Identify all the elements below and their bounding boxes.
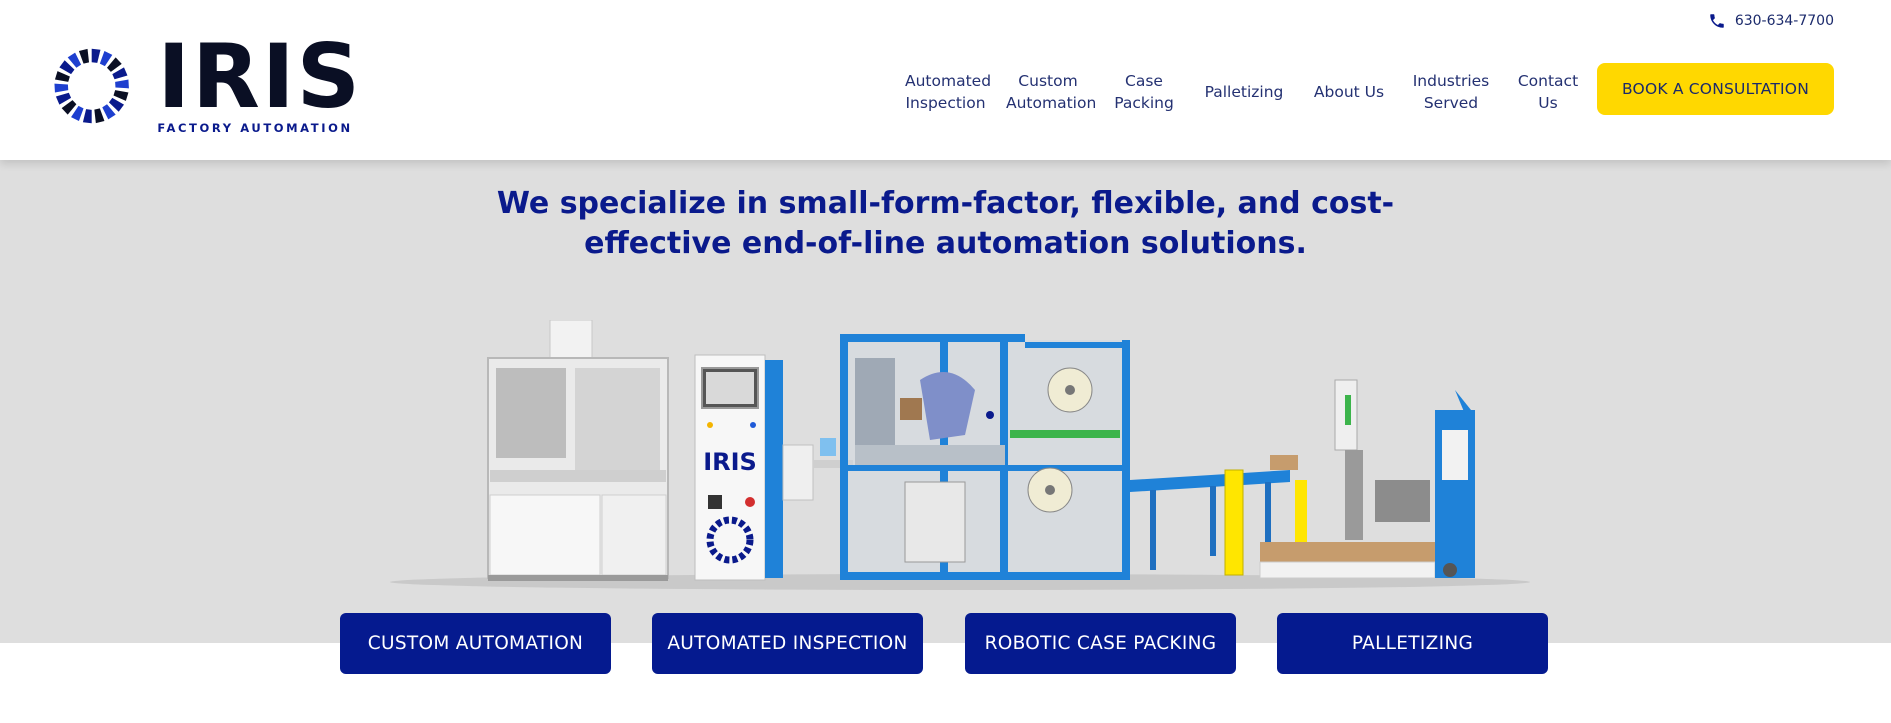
main-nav: Automated Inspection Custom Automation C… xyxy=(895,62,1592,122)
case-packer-illustration xyxy=(840,334,1130,580)
hero-headline: We specialize in small-form-factor, flex… xyxy=(0,184,1891,264)
custom-automation-button[interactable]: CUSTOM AUTOMATION xyxy=(340,613,611,674)
hero-section: We specialize in small-form-factor, flex… xyxy=(0,160,1891,643)
phone-number: 630-634-7700 xyxy=(1734,13,1834,29)
headline-line-1: We specialize in small-form-factor, flex… xyxy=(496,186,1395,221)
iris-ring-logo-icon xyxy=(54,48,129,124)
nav-industries-served[interactable]: Industries Served xyxy=(1398,70,1504,114)
nav-palletizing[interactable]: Palletizing xyxy=(1188,81,1300,103)
logo-name: IRIS xyxy=(157,25,362,128)
palletizer-illustration xyxy=(1259,379,1475,579)
logo[interactable]: IRIS FACTORY AUTOMATION xyxy=(52,25,362,138)
robotic-case-packing-button[interactable]: ROBOTIC CASE PACKING xyxy=(965,613,1236,674)
logo-ring-segment xyxy=(113,90,129,101)
cabinet-logo-text: IRIS xyxy=(703,448,757,476)
logo-ring-segment xyxy=(112,67,128,80)
logo-ring-segment xyxy=(82,109,92,124)
book-consultation-button[interactable]: BOOK A CONSULTATION xyxy=(1597,63,1834,115)
solution-buttons: CUSTOM AUTOMATION AUTOMATED INSPECTION R… xyxy=(340,613,1550,674)
logo-ring-segment xyxy=(55,92,72,105)
phone-icon xyxy=(1710,14,1724,28)
logo-ring-segment xyxy=(54,83,69,93)
logo-ring-segment xyxy=(91,48,101,63)
nav-automated-inspection[interactable]: Automated Inspection xyxy=(895,70,996,114)
logo-ring-segment xyxy=(54,71,70,82)
logo-tagline: FACTORY AUTOMATION xyxy=(157,121,353,135)
logo-ring-segment xyxy=(78,48,90,64)
nav-about-us[interactable]: About Us xyxy=(1300,81,1398,103)
nav-case-packing[interactable]: Case Packing xyxy=(1100,70,1188,114)
iris-control-cabinet-illustration: IRIS xyxy=(694,354,814,581)
logo-ring-segment xyxy=(94,108,105,124)
nav-custom-automation[interactable]: Custom Automation xyxy=(996,70,1100,114)
logo-text: IRIS FACTORY AUTOMATION xyxy=(157,25,362,136)
automation-line-illustration: IRIS xyxy=(390,320,1530,590)
palletizing-button[interactable]: PALLETIZING xyxy=(1277,613,1548,674)
inspection-machine-illustration xyxy=(487,320,669,581)
nav-contact-us[interactable]: Contact Us xyxy=(1504,70,1592,114)
automated-inspection-button[interactable]: AUTOMATED INSPECTION xyxy=(652,613,923,674)
site-header: IRIS FACTORY AUTOMATION 630-634-7700 Aut… xyxy=(0,0,1891,160)
logo-ring-segment xyxy=(115,79,129,89)
headline-line-2: effective end-of-line automation solutio… xyxy=(584,226,1307,261)
phone-link[interactable]: 630-634-7700 xyxy=(1708,12,1834,30)
